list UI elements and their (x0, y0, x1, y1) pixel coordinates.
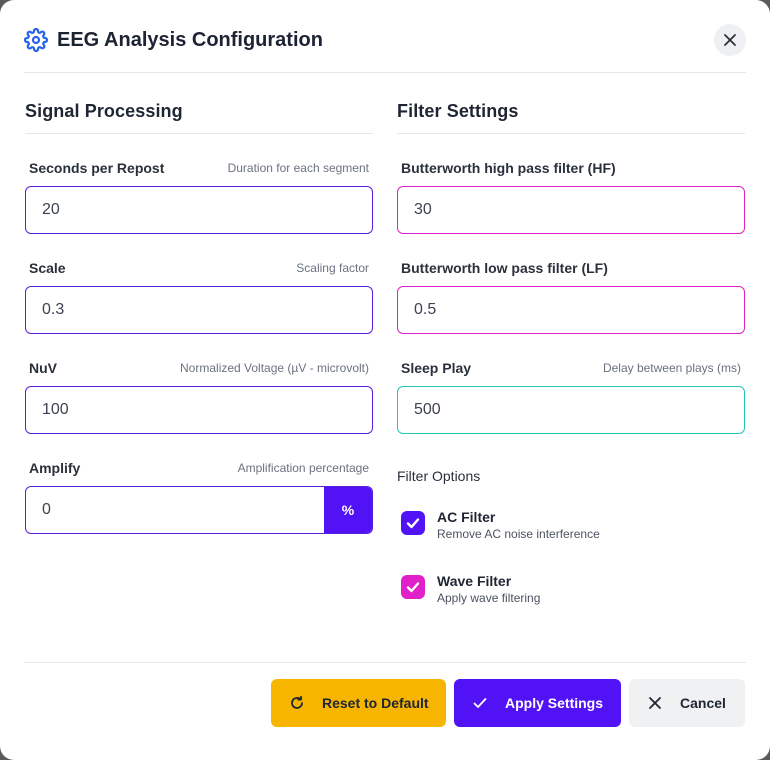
filter-options-title: Filter Options (397, 468, 481, 484)
nuv-hint: Normalized Voltage (µV - microvolt) (180, 361, 369, 375)
amplify-label: Amplify (29, 460, 81, 476)
cancel-button-label: Cancel (680, 695, 726, 711)
close-icon (649, 697, 661, 709)
reset-button-label: Reset to Default (322, 695, 429, 711)
scale-input[interactable]: 0.3 (25, 286, 373, 334)
reset-to-default-button[interactable]: Reset to Default (271, 679, 446, 727)
close-icon (724, 34, 736, 46)
wave-filter-description: Apply wave filtering (437, 591, 541, 605)
sleep-play-label: Sleep Play (401, 360, 472, 376)
ac-filter-checkbox[interactable] (401, 511, 425, 535)
seconds-per-repost-label: Seconds per Repost (29, 160, 165, 176)
low-pass-input[interactable]: 0.5 (397, 286, 745, 334)
signal-processing-title: Signal Processing (25, 101, 183, 121)
low-pass-label: Butterworth low pass filter (LF) (401, 260, 608, 276)
seconds-per-repost-input[interactable]: 20 (25, 186, 373, 234)
checkmark-icon (406, 518, 420, 529)
sleep-play-hint: Delay between plays (ms) (602, 361, 741, 375)
ac-filter-description: Remove AC noise interference (437, 527, 600, 541)
check-icon (473, 698, 487, 708)
refresh-icon (291, 695, 303, 709)
seconds-per-repost-hint: Duration for each segment (227, 161, 369, 175)
amplify-field: 0 % (25, 486, 373, 534)
dialog-header: EEG Analysis Configuration (24, 22, 746, 58)
scale-hint: Scaling factor (296, 261, 369, 275)
ac-filter-title: AC Filter (437, 509, 496, 525)
amplify-input[interactable]: 0 (26, 487, 324, 533)
high-pass-input[interactable]: 30 (397, 186, 745, 234)
ac-filter-option[interactable]: AC Filter Remove AC noise interference (401, 509, 741, 549)
configuration-dialog: EEG Analysis Configuration Signal Proces… (0, 0, 770, 760)
footer-divider (24, 662, 746, 663)
wave-filter-checkbox[interactable] (401, 575, 425, 599)
signal-processing-divider (25, 133, 373, 134)
dialog-title: EEG Analysis Configuration (57, 29, 323, 51)
percent-unit-addon: % (324, 487, 372, 533)
apply-button-label: Apply Settings (505, 695, 604, 711)
nuv-label: NuV (29, 360, 57, 376)
apply-settings-button[interactable]: Apply Settings (454, 679, 621, 727)
cancel-button[interactable]: Cancel (629, 679, 745, 727)
checkmark-icon (406, 582, 420, 593)
filter-settings-title: Filter Settings (397, 101, 519, 121)
gear-icon (24, 28, 48, 52)
amplify-hint: Amplification percentage (237, 461, 369, 475)
filter-settings-divider (397, 133, 745, 134)
close-button[interactable] (714, 24, 746, 56)
nuv-input[interactable]: 100 (25, 386, 373, 434)
scale-label: Scale (29, 260, 66, 276)
wave-filter-option[interactable]: Wave Filter Apply wave filtering (401, 573, 741, 613)
wave-filter-title: Wave Filter (437, 573, 512, 589)
high-pass-label: Butterworth high pass filter (HF) (401, 160, 616, 176)
sleep-play-input[interactable]: 500 (397, 386, 745, 434)
header-divider (24, 72, 746, 73)
